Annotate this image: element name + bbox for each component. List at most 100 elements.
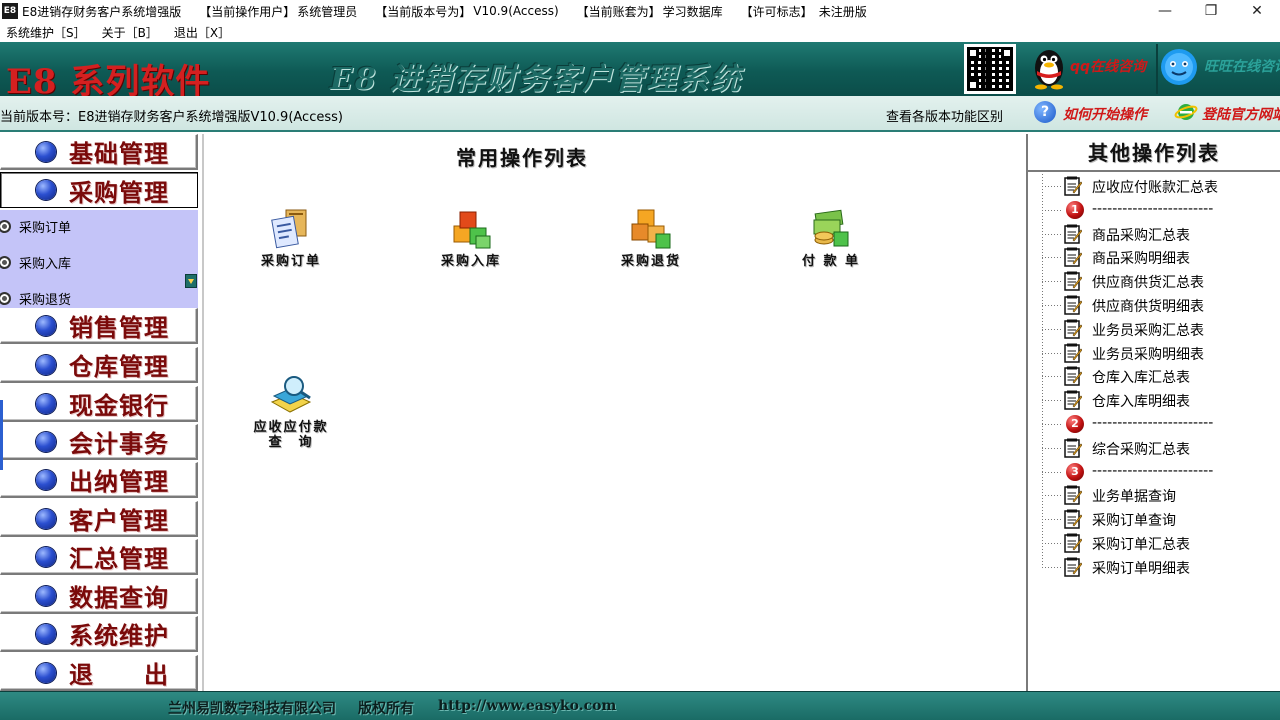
footer-url[interactable]: http://www.easyko.com (438, 698, 616, 714)
purchase-in-icon (453, 211, 491, 249)
window-controls: — ❐ ✕ (1142, 0, 1280, 22)
ie-globe-icon[interactable] (1174, 101, 1198, 123)
nav-purchase-management[interactable]: 采购管理 (0, 172, 198, 208)
tree-item-label: 应收应付账款汇总表 (1092, 180, 1218, 196)
common-operations-panel: 常用操作列表 采购订单 采购入库 采购退货 付 款 单 应收应付款 查 询 (202, 134, 1026, 691)
nav-sales-management[interactable]: 销售管理 (0, 308, 198, 344)
tile-label: 采购退货 (620, 254, 681, 269)
center-title: 常用操作列表 (456, 146, 588, 170)
qr-code-icon (964, 44, 1016, 94)
report-document-icon (1064, 295, 1082, 315)
version-bar: 当前版本号：E8进销存财务客户系统增强版V10.9(Access) 查看各版本功… (0, 96, 1280, 132)
tree-separator-line: ------------------------ (1092, 415, 1214, 431)
tree-separator-line: ------------------------ (1092, 200, 1214, 217)
menu-exit[interactable]: 退出［X］ (174, 24, 230, 41)
tree-item-report[interactable]: 业务员采购汇总表 (1042, 317, 1278, 341)
tree-item-label: 业务员采购汇总表 (1092, 322, 1204, 339)
tree-separator-line: ------------------------ (1092, 462, 1214, 479)
tree-item-report[interactable]: 业务员采购明细表 (1042, 341, 1278, 365)
purchase-submenu: 采购订单 采购入库 采购退货 (0, 210, 198, 308)
submenu-purchase-order[interactable]: 采购订单 (0, 214, 71, 238)
tree-branch (1042, 305, 1062, 306)
help-icon[interactable]: ? (1034, 101, 1056, 123)
tree-branch (1042, 471, 1062, 473)
nav-warehouse-management[interactable]: 仓库管理 (0, 347, 198, 383)
tree-item-report[interactable]: 仓库入库汇总表 (1042, 364, 1278, 388)
compare-versions-link[interactable]: 查看各版本功能区别 (886, 106, 1003, 125)
tree-branch (1042, 328, 1062, 330)
wangwang-consult-link[interactable]: 旺旺在线咨询 (1204, 56, 1280, 76)
submenu-label: 采购订单 (19, 220, 72, 236)
right-title: 其他操作列表 (1028, 134, 1280, 172)
nav-cash-bank[interactable]: 现金银行 (0, 386, 198, 422)
nav-cashier-management[interactable]: 出纳管理 (0, 462, 198, 498)
submenu-label: 采购退货 (19, 292, 72, 308)
magnifier-query-icon (270, 376, 312, 413)
tree-item-label: 业务员采购明细表 (1092, 346, 1204, 363)
submenu-purchase-return[interactable]: 采购退货 (0, 286, 71, 310)
tile-label: 应收应付款 查 询 (253, 420, 329, 450)
tile-purchase-return[interactable]: 采购退货 (596, 206, 706, 269)
nav-data-query[interactable]: 数据查询 (0, 578, 198, 614)
tree-item-report[interactable]: 应收应付账款汇总表 (1042, 174, 1278, 198)
tree-item-report[interactable]: 供应商供货汇总表 (1042, 269, 1278, 293)
tile-purchase-order[interactable]: 采购订单 (236, 206, 346, 269)
nav-customer-management[interactable]: 客户管理 (0, 501, 198, 537)
tile-payment-slip[interactable]: 付 款 单 (776, 206, 886, 269)
nav-bullet-icon (36, 141, 56, 162)
nav-label: 销售管理 (69, 313, 169, 342)
nav-basic-management[interactable]: 基础管理 (0, 134, 198, 170)
tree-item-label: 商品采购明细表 (1092, 251, 1190, 268)
tree-item-report[interactable]: 采购订单汇总表 (1042, 531, 1278, 555)
close-button[interactable]: ✕ (1234, 0, 1280, 22)
footer-company: 兰州易凯数字科技有限公司 (168, 701, 336, 717)
tree-branch (1042, 281, 1062, 283)
tree-branch (1042, 257, 1062, 259)
wangwang-icon[interactable] (1160, 44, 1198, 90)
version-label: 【当前版本号为】 (375, 4, 472, 19)
restore-button[interactable]: ❐ (1188, 0, 1234, 22)
tree-item-label: 采购订单汇总表 (1092, 537, 1190, 553)
qq-penguin-icon[interactable] (1030, 44, 1068, 90)
app-icon: E8 (2, 3, 18, 19)
submenu-scroll-down-icon[interactable] (185, 274, 197, 288)
minimize-button[interactable]: — (1142, 0, 1188, 22)
version-value: V10.9(Access) (473, 4, 559, 18)
menu-system-maintenance[interactable]: 系统维护［S］ (6, 24, 86, 41)
tree-item-report[interactable]: 采购订单查询 (1042, 507, 1278, 531)
tree-item-report[interactable]: 采购订单明细表 (1042, 555, 1278, 579)
tree-item-report[interactable]: 商品采购汇总表 (1042, 222, 1278, 246)
nav-bullet-icon (36, 508, 56, 529)
tree-branch (1042, 566, 1062, 568)
radio-icon (0, 219, 11, 233)
how-to-start-link[interactable]: 如何开始操作 (1063, 104, 1147, 124)
tree-item-report[interactable]: 商品采购明细表 (1042, 245, 1278, 269)
tree-item-report[interactable]: 综合采购汇总表 (1042, 436, 1278, 460)
nav-accounting[interactable]: 会计事务 (0, 424, 198, 460)
submenu-purchase-in[interactable]: 采购入库 (0, 250, 71, 274)
nav-bullet-icon (36, 662, 56, 683)
menu-about[interactable]: 关于［B］ (102, 24, 158, 41)
nav-bullet-icon (36, 585, 56, 606)
footer: 兰州易凯数字科技有限公司 版权所有 http://www.easyko.com (0, 691, 1280, 720)
nav-system-maintenance[interactable]: 系统维护 (0, 616, 198, 652)
tree-branch (1042, 543, 1062, 544)
brand-logo: E8 系列软件 (6, 62, 211, 96)
tree-branch (1042, 447, 1062, 449)
tree-item-report[interactable]: 仓库入库明细表 (1042, 388, 1278, 412)
tile-receivable-payable-query[interactable]: 应收应付款 查 询 (236, 372, 346, 450)
official-site-link[interactable]: 登陆官方网站 (1202, 104, 1280, 124)
nav-summary-management[interactable]: 汇总管理 (0, 539, 198, 575)
tree-item-report[interactable]: 供应商供货明细表 (1042, 293, 1278, 317)
current-user: 系统管理员 (297, 4, 358, 19)
tree-item-label: 综合采购汇总表 (1092, 441, 1190, 458)
nav-exit[interactable]: 退 出 (0, 655, 198, 691)
nav-label: 汇总管理 (69, 544, 169, 573)
section-number-icon: 1 (1066, 200, 1084, 219)
tree-item-report[interactable]: 业务单据查询 (1042, 483, 1278, 507)
tree-branch (1042, 186, 1062, 187)
tree-branch (1042, 233, 1062, 235)
tile-purchase-in[interactable]: 采购入库 (416, 206, 526, 269)
radio-icon (0, 255, 11, 269)
qq-consult-link[interactable]: qq在线咨询 (1070, 56, 1146, 76)
